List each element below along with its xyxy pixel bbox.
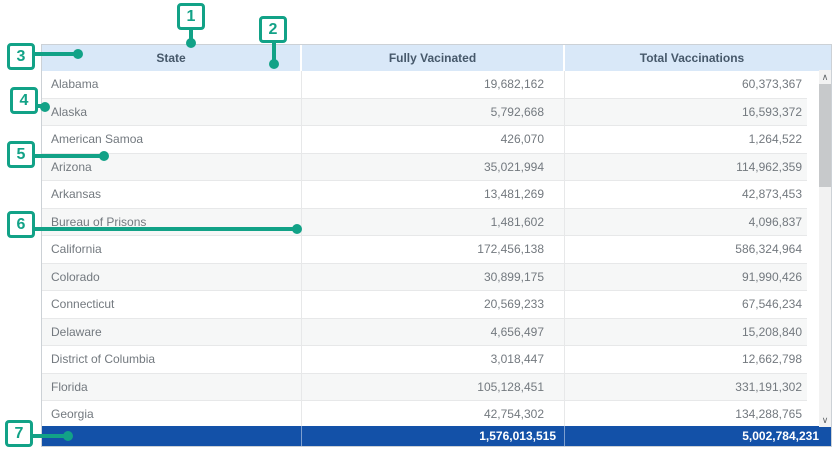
scrollbar-track[interactable]: ∧ ∨ [819, 70, 831, 427]
state-cell: Colorado [42, 264, 302, 291]
fully-vaccinated-cell: 426,070 [302, 126, 565, 153]
table-row: Arizona 35,021,994 114,962,359 [42, 154, 807, 182]
fully-vaccinated-cell: 30,899,175 [302, 264, 565, 291]
table-row: Florida 105,128,451 331,191,302 [42, 374, 807, 402]
scroll-down-icon: ∨ [822, 416, 829, 425]
table-body: Alabama 19,682,162 60,373,367 Alaska 5,7… [42, 71, 831, 426]
callout-2-box: 2 [259, 16, 287, 43]
total-vaccinations-cell: 4,096,837 [565, 209, 807, 236]
fully-vaccinated-cell: 3,018,447 [302, 346, 565, 373]
state-cell: American Samoa [42, 126, 302, 153]
table-row: Alabama 19,682,162 60,373,367 [42, 71, 807, 99]
table-row: Alaska 5,792,668 16,593,372 [42, 99, 807, 127]
state-cell: Alaska [42, 99, 302, 126]
callout-4-box: 4 [10, 87, 38, 114]
callout-3-dot [73, 49, 83, 59]
callout-6-dot [292, 224, 302, 234]
total-vaccinations-cell: 91,990,426 [565, 264, 807, 291]
table-summary-row: 1,576,013,515 5,002,784,231 [42, 426, 831, 446]
total-vaccinations-cell: 60,373,367 [565, 71, 807, 98]
total-vaccinations-cell: 114,962,359 [565, 154, 807, 181]
callout-7-box: 7 [5, 420, 33, 447]
callout-5-dot [99, 151, 109, 161]
state-cell: Connecticut [42, 291, 302, 318]
table-row: American Samoa 426,070 1,264,522 [42, 126, 807, 154]
state-cell: Arkansas [42, 181, 302, 208]
table-row: Georgia 42,754,302 134,288,765 [42, 401, 807, 426]
summary-fully-vaccinated-total: 1,576,013,515 [302, 426, 565, 446]
callout-2-connector [272, 41, 276, 61]
callout-5-connector [33, 154, 101, 158]
summary-total-vaccinations-total: 5,002,784,231 [565, 426, 831, 446]
callout-1-dot [186, 38, 196, 48]
fully-vaccinated-cell: 105,128,451 [302, 374, 565, 401]
state-cell: California [42, 236, 302, 263]
fully-vaccinated-cell: 13,481,269 [302, 181, 565, 208]
fully-vaccinated-cell: 172,456,138 [302, 236, 565, 263]
state-cell: District of Columbia [42, 346, 302, 373]
fully-vaccinated-cell: 19,682,162 [302, 71, 565, 98]
total-vaccinations-cell: 42,873,453 [565, 181, 807, 208]
column-header-total-vaccinations[interactable]: Total Vaccinations [565, 45, 831, 71]
fully-vaccinated-cell: 42,754,302 [302, 401, 565, 426]
total-vaccinations-cell: 586,324,964 [565, 236, 807, 263]
fully-vaccinated-cell: 35,021,994 [302, 154, 565, 181]
annotated-table-screenshot: State Fully Vacinated Total Vaccinations… [0, 0, 833, 453]
total-vaccinations-cell: 15,208,840 [565, 319, 807, 346]
callout-3-connector [33, 52, 75, 56]
callout-6-box: 6 [7, 211, 35, 238]
table-row: Bureau of Prisons 1,481,602 4,096,837 [42, 209, 807, 237]
state-cell: Delaware [42, 319, 302, 346]
fully-vaccinated-cell: 5,792,668 [302, 99, 565, 126]
callout-1-box: 1 [177, 3, 205, 30]
fully-vaccinated-cell: 1,481,602 [302, 209, 565, 236]
total-vaccinations-cell: 67,546,234 [565, 291, 807, 318]
table-row: California 172,456,138 586,324,964 [42, 236, 807, 264]
scrollbar-thumb[interactable] [819, 84, 831, 187]
state-cell: Bureau of Prisons [42, 209, 302, 236]
callout-3-box: 3 [7, 43, 35, 70]
callout-7-dot [63, 431, 73, 441]
fully-vaccinated-cell: 4,656,497 [302, 319, 565, 346]
table-row: Connecticut 20,569,233 67,546,234 [42, 291, 807, 319]
total-vaccinations-cell: 12,662,798 [565, 346, 807, 373]
table-row: District of Columbia 3,018,447 12,662,79… [42, 346, 807, 374]
scroll-up-button[interactable]: ∧ [819, 70, 831, 84]
total-vaccinations-cell: 331,191,302 [565, 374, 807, 401]
fully-vaccinated-cell: 20,569,233 [302, 291, 565, 318]
callout-6-connector [33, 227, 294, 231]
total-vaccinations-cell: 16,593,372 [565, 99, 807, 126]
callout-5-box: 5 [7, 141, 35, 168]
summary-state-cell [42, 426, 302, 446]
callout-7-connector [31, 434, 65, 438]
state-cell: Alabama [42, 71, 302, 98]
total-vaccinations-cell: 1,264,522 [565, 126, 807, 153]
state-cell: Georgia [42, 401, 302, 426]
callout-4-dot [40, 102, 50, 112]
callout-2-dot [269, 59, 279, 69]
scroll-down-button[interactable]: ∨ [819, 413, 831, 427]
column-header-fully-vaccinated[interactable]: Fully Vacinated [302, 45, 565, 71]
table-row: Delaware 4,656,497 15,208,840 [42, 319, 807, 347]
table-row: Colorado 30,899,175 91,990,426 [42, 264, 807, 292]
scroll-up-icon: ∧ [822, 73, 829, 82]
table-widget: State Fully Vacinated Total Vaccinations… [41, 44, 832, 447]
state-cell: Florida [42, 374, 302, 401]
table-row: Arkansas 13,481,269 42,873,453 [42, 181, 807, 209]
table-header-row: State Fully Vacinated Total Vaccinations [42, 45, 831, 71]
total-vaccinations-cell: 134,288,765 [565, 401, 807, 426]
